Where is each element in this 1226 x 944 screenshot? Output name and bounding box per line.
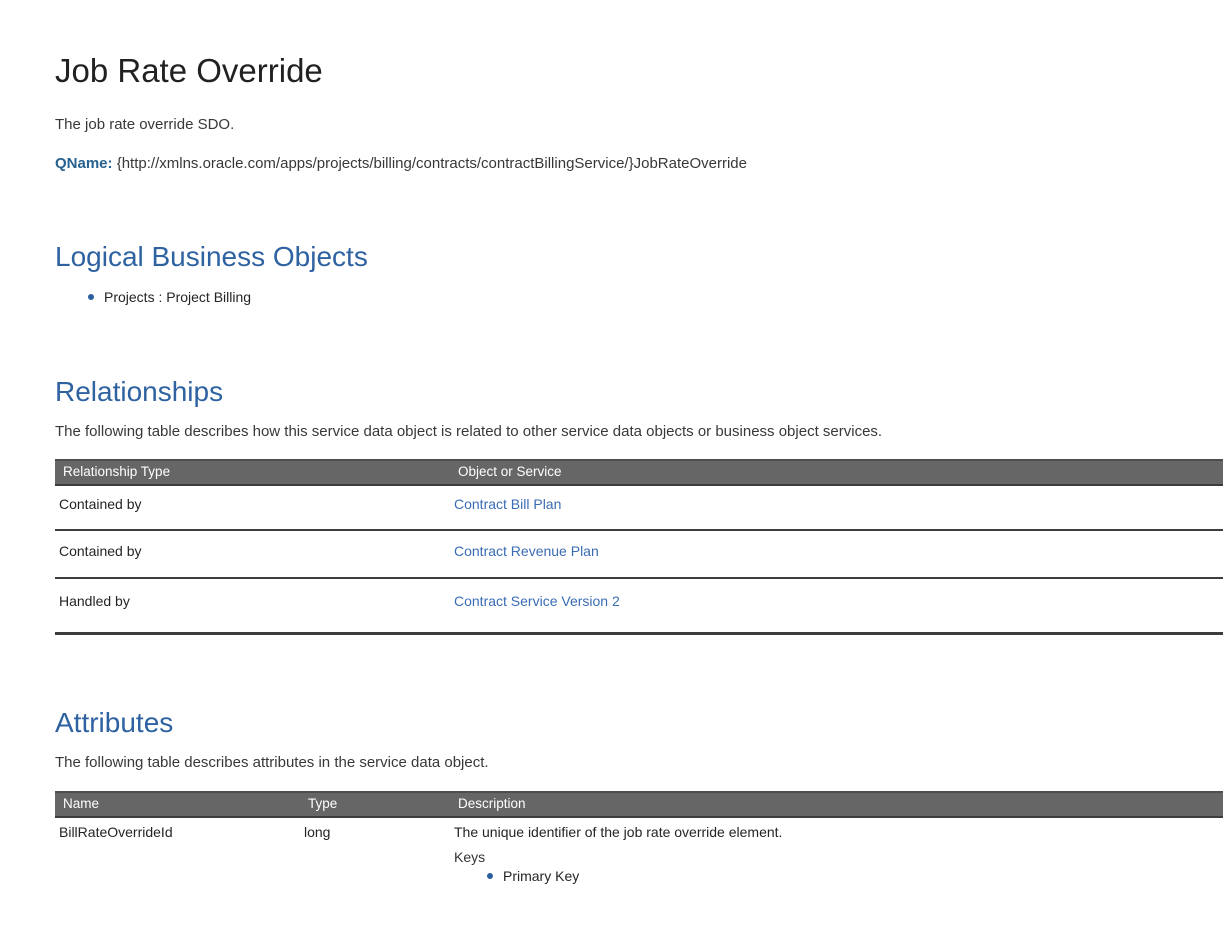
- attribute-name-cell: BillRateOverrideId: [59, 824, 173, 840]
- relationship-type-cell: Contained by: [55, 530, 450, 579]
- relationship-type-cell: Handled by: [55, 578, 450, 635]
- attributes-intro: The following table describes attributes…: [55, 754, 489, 771]
- table-row: Contained by Contract Revenue Plan: [55, 530, 1223, 579]
- attribute-description-cell: The unique identifier of the job rate ov…: [450, 817, 1223, 944]
- object-or-service-link[interactable]: Contract Service Version 2: [454, 593, 620, 609]
- column-header-relationship-type: Relationship Type: [55, 459, 450, 486]
- logical-business-objects-list: Projects : Project Billing: [55, 289, 1223, 306]
- table-row: Handled by Contract Service Version 2: [55, 578, 1223, 635]
- qname-row: QName: {http://xmlns.oracle.com/apps/pro…: [55, 155, 1223, 173]
- qname-label: QName:: [55, 155, 113, 172]
- column-header-name: Name: [55, 791, 300, 818]
- attributes-heading: Attributes: [55, 707, 174, 738]
- list-item-label: Projects : Project Billing: [104, 289, 252, 305]
- key-item-label: Primary Key: [503, 868, 580, 884]
- attributes-table: Name Type Description BillRateOverrideId…: [55, 791, 1223, 944]
- object-or-service-link[interactable]: Contract Bill Plan: [454, 496, 561, 512]
- relationships-heading: Relationships: [55, 376, 224, 407]
- column-header-description: Description: [450, 791, 1223, 818]
- relationships-intro: The following table describes how this s…: [55, 423, 883, 440]
- page-description: The job rate override SDO.: [55, 116, 235, 133]
- table-row: BillRateOverrideId long The unique ident…: [55, 817, 1223, 944]
- object-or-service-cell: Contract Bill Plan: [450, 485, 1223, 531]
- column-header-type: Type: [300, 791, 450, 818]
- attribute-type-cell: long: [304, 824, 331, 840]
- keys-list: Primary Key: [454, 868, 1215, 884]
- logical-business-objects-heading: Logical Business Objects: [55, 241, 368, 272]
- table-header-row: Name Type Description: [55, 791, 1223, 818]
- bullet-icon: [487, 873, 493, 879]
- key-item: Primary Key: [487, 868, 1215, 884]
- table-header-row: Relationship Type Object or Service: [55, 459, 1223, 486]
- relationships-table: Relationship Type Object or Service Cont…: [55, 459, 1223, 635]
- object-or-service-link[interactable]: Contract Revenue Plan: [454, 543, 599, 559]
- object-or-service-cell: Contract Service Version 2: [450, 578, 1223, 635]
- table-row: Contained by Contract Bill Plan: [55, 485, 1223, 531]
- list-item: Projects : Project Billing: [88, 289, 1223, 306]
- keys-label: Keys: [454, 849, 486, 865]
- qname-value: {http://xmlns.oracle.com/apps/projects/b…: [116, 155, 747, 172]
- object-or-service-cell: Contract Revenue Plan: [450, 530, 1223, 579]
- column-header-object-or-service: Object or Service: [450, 459, 1223, 486]
- bullet-icon: [88, 294, 94, 300]
- relationship-type-cell: Contained by: [55, 485, 450, 531]
- page-title: Job Rate Override: [55, 52, 323, 89]
- attribute-description-text: The unique identifier of the job rate ov…: [454, 824, 783, 840]
- document-body: Job Rate Override The job rate override …: [0, 52, 1226, 944]
